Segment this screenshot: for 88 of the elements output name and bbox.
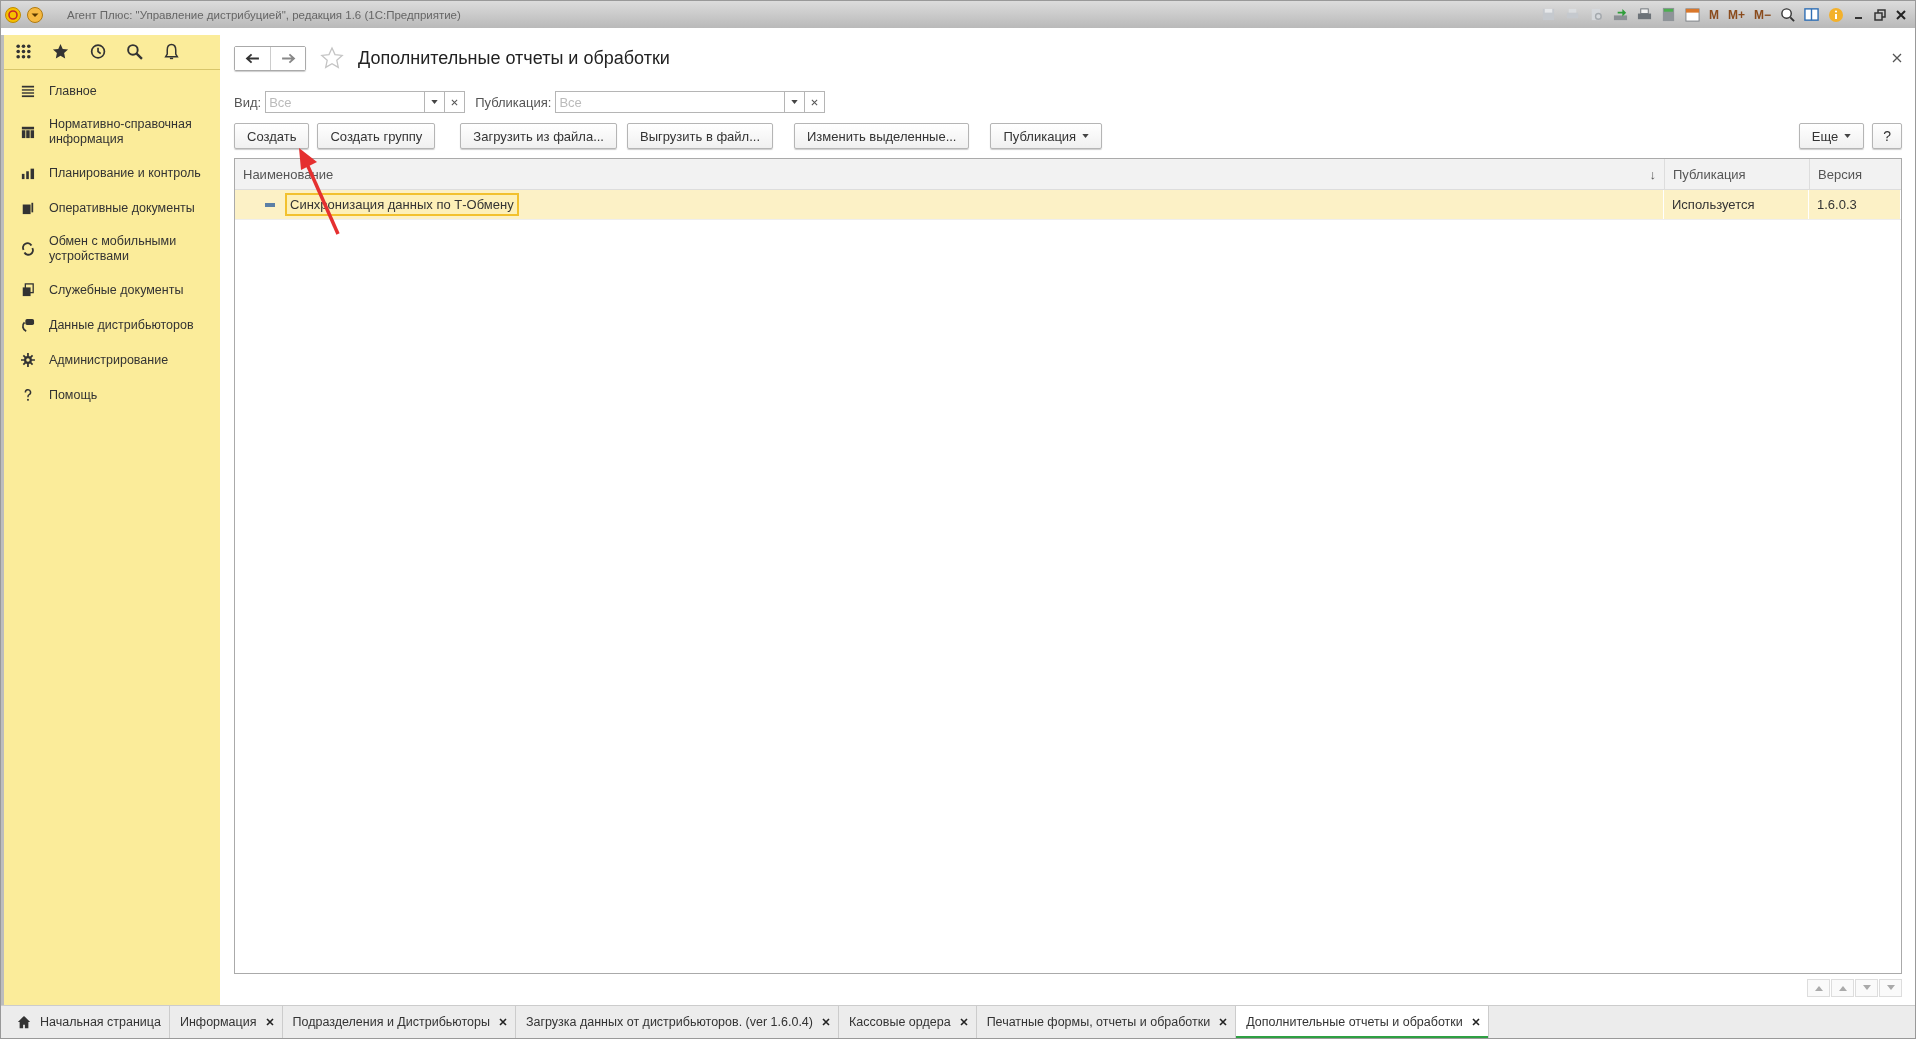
star-icon[interactable] xyxy=(52,43,69,60)
close-icon[interactable] xyxy=(1471,1018,1480,1026)
scroll-button[interactable] xyxy=(1807,979,1830,997)
help-button[interactable]: ? xyxy=(1872,123,1902,149)
documents-icon xyxy=(21,201,35,215)
sidebar-item[interactable]: Данные дистрибьюторов xyxy=(4,308,220,343)
tab[interactable]: Начальная страница xyxy=(7,1006,170,1038)
scroll-button[interactable] xyxy=(1831,979,1854,997)
caret-icon xyxy=(431,100,439,104)
close-icon[interactable] xyxy=(959,1018,968,1026)
close-icon[interactable] xyxy=(265,1018,274,1026)
scroll-arrow-icon xyxy=(1838,985,1847,991)
documents-icon xyxy=(21,283,35,297)
scroll-button[interactable] xyxy=(1855,979,1878,997)
calendar-icon[interactable] xyxy=(1684,7,1700,22)
caret-icon xyxy=(791,100,799,104)
panels-icon[interactable] xyxy=(1804,7,1819,22)
table-cell: 1.6.0.3 xyxy=(1817,197,1857,212)
item-icon xyxy=(265,202,275,207)
filter-field[interactable]: Все xyxy=(265,91,426,113)
scroll-arrow-icon xyxy=(1862,985,1871,991)
tab[interactable]: Подразделения и Дистрибьюторы xyxy=(282,1006,516,1038)
more-button[interactable]: Еще xyxy=(1798,123,1865,149)
main-menu-icon[interactable] xyxy=(27,6,43,23)
column-header[interactable]: Публикация xyxy=(1665,159,1810,189)
close-icon[interactable] xyxy=(1219,1018,1228,1026)
dropdown-button[interactable] xyxy=(785,91,806,113)
refresh-icon xyxy=(21,242,35,256)
sidebar-item[interactable]: Администрирование xyxy=(4,343,220,378)
sidebar-item[interactable]: Главное xyxy=(4,74,220,109)
sidebar-item[interactable]: Обмен с мобильными устройствами xyxy=(4,226,220,273)
sidebar-item[interactable]: Оперативные документы xyxy=(4,191,220,226)
filter-label: Публикация: xyxy=(475,94,552,110)
upload-icon[interactable] xyxy=(1612,7,1628,22)
caret-icon xyxy=(1844,134,1852,138)
close-icon[interactable] xyxy=(821,1018,830,1026)
clear-icon xyxy=(811,98,819,106)
scroll-arrow-icon xyxy=(1814,985,1823,991)
dropdown-button[interactable] xyxy=(425,91,446,113)
restore-icon[interactable] xyxy=(1874,8,1886,21)
sidebar-item[interactable]: Помощь xyxy=(4,378,220,413)
caret-icon xyxy=(1082,134,1090,138)
list-icon xyxy=(21,84,35,98)
apps-grid-icon[interactable] xyxy=(15,43,32,60)
memory-button[interactable]: M+ xyxy=(1727,7,1745,22)
memory-button[interactable]: M xyxy=(1708,7,1719,22)
tab[interactable]: Дополнительные отчеты и обработки xyxy=(1236,1006,1489,1038)
app-logo-icon xyxy=(5,6,21,23)
toolbar-button[interactable]: Загрузить из файла... xyxy=(460,123,617,149)
toolbar-button[interactable]: Создать xyxy=(234,123,310,149)
bar-chart-icon xyxy=(21,166,35,180)
close-icon[interactable] xyxy=(1895,8,1907,21)
clear-icon xyxy=(451,98,459,106)
star-outline-icon[interactable] xyxy=(320,46,344,70)
clear-button[interactable] xyxy=(805,91,826,113)
table-icon xyxy=(21,125,35,139)
history-icon[interactable] xyxy=(89,43,106,60)
printer-icon[interactable] xyxy=(1636,7,1652,22)
toolbar-button[interactable]: Публикация xyxy=(990,123,1103,149)
scroll-arrow-icon xyxy=(1886,985,1895,991)
form-title: Дополнительные отчеты и обработки xyxy=(358,47,670,69)
window-title: Агент Плюс: "Управление дистрибуцией", редакция 1.6 (1С:Предприятие) xyxy=(67,8,461,21)
zoom-icon[interactable] xyxy=(1780,7,1795,22)
sidebar-item[interactable]: Служебные документы xyxy=(4,273,220,308)
bell-icon[interactable] xyxy=(163,43,180,60)
toolbar-button[interactable]: Выгрузить в файл... xyxy=(627,123,773,149)
tab[interactable]: Загрузка данных от дистрибьюторов. (ver 1.6.0.4) xyxy=(515,1006,839,1038)
filter-field[interactable]: Все xyxy=(555,91,786,113)
table-cell: Используется xyxy=(1672,197,1755,212)
back-button[interactable] xyxy=(235,46,270,70)
close-icon[interactable] xyxy=(498,1018,507,1026)
tab[interactable]: Информация xyxy=(169,1006,283,1038)
right-arrow-icon xyxy=(280,52,296,64)
toolbar-button[interactable]: Изменить выделенные... xyxy=(794,123,970,149)
clear-button[interactable] xyxy=(445,91,466,113)
column-header[interactable]: Версия xyxy=(1810,159,1901,189)
toolbar-button[interactable]: Создать группу xyxy=(317,123,436,149)
sidebar-item[interactable]: Планирование и контроль xyxy=(4,156,220,191)
left-arrow-icon xyxy=(245,52,260,64)
close-icon[interactable] xyxy=(1892,53,1902,63)
tab[interactable]: Кассовые ордера xyxy=(838,1006,977,1038)
filter-label: Вид: xyxy=(234,94,262,110)
scroll-button[interactable] xyxy=(1879,979,1902,997)
memory-button[interactable]: M− xyxy=(1754,7,1771,22)
home-icon xyxy=(17,1015,31,1029)
settings-icon xyxy=(21,353,35,367)
sidebar-item[interactable]: Нормативно-справочная информация xyxy=(4,109,220,156)
search-icon[interactable] xyxy=(126,43,143,60)
